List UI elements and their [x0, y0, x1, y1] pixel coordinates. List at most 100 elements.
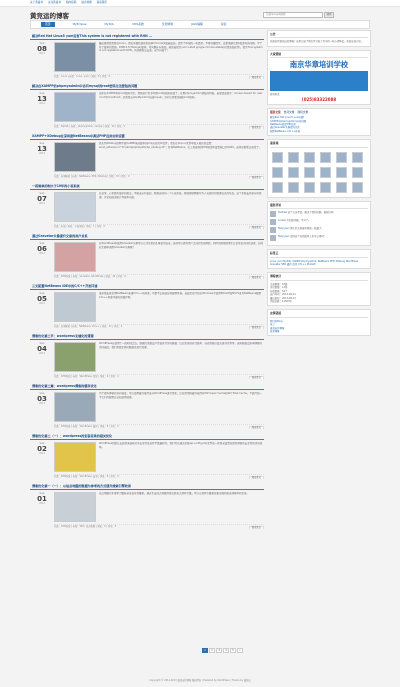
avatar[interactable] [288, 166, 299, 178]
post-thumbnail[interactable] [54, 492, 96, 522]
avatar[interactable] [272, 151, 283, 163]
post-thumbnail[interactable] [54, 442, 96, 472]
post-title[interactable]: XAMPP+XDebug在深圳度NetBeans中调试PHP应用如何设置 [30, 132, 264, 140]
post-title[interactable]: 博客优化第二节：wordpress无缝化的清理 [30, 332, 264, 340]
avatar[interactable] [320, 181, 331, 193]
post-title[interactable]: 博客优化第二（一）：wordpress的安装目录的相关优化 [30, 432, 264, 440]
avatar[interactable] [336, 166, 347, 178]
search-button[interactable]: 搜索 [324, 12, 334, 18]
top-link-3[interactable]: 站点地图 [81, 1, 91, 4]
nav-misc[interactable]: 杂谈 [221, 22, 227, 26]
page-2[interactable]: 2 [209, 648, 215, 653]
post-title[interactable]: 通过Gravatar头像提升文章的用户关系 [30, 232, 264, 240]
comment-author[interactable]: Locker [278, 219, 286, 222]
post-title[interactable]: 博客优化第一（一）：以站点地图的数据为参考的方式提升搜索引擎收录 [30, 482, 264, 490]
top-link-0[interactable]: 关于黄童书 [30, 1, 43, 4]
post-thumbnail[interactable] [54, 292, 96, 322]
post-title[interactable]: 解决在XAMPP的phpmyadmin中访问mysql的root密码无法登陆的问… [30, 82, 264, 90]
comment-author[interactable]: Tedyyuan [278, 235, 289, 238]
post-list: 解决Red Hat Linux5 yum没有This system is not… [30, 32, 264, 532]
post-meta-text: 分类：CMS系统 | 标签：SEO, 站点地图 | 浏览：5 | 评论：0 [54, 525, 117, 528]
post-thumbnail[interactable] [54, 192, 96, 222]
post-thumbnail[interactable] [54, 242, 96, 272]
stats-box: 博客统计 文章数量：63篇 评论数量：12条 标签数量：54个 运行时间：201… [267, 272, 371, 307]
visitor-avatars [270, 150, 368, 195]
avatar[interactable] [336, 181, 347, 193]
comment-author[interactable]: Tedyyuan [278, 227, 289, 230]
avatar[interactable] [352, 181, 363, 193]
post-meta: 分类：CMS系统 | 标签：SEO, 站点地图 | 浏览：5 | 评论：0 阅读… [54, 524, 264, 529]
page-5[interactable]: 5 [230, 648, 236, 653]
post-title[interactable]: 博客优化第二篇：wordpress博客的缓存优化 [30, 382, 264, 390]
read-more-button[interactable]: 阅读全文 [248, 126, 264, 129]
read-more-button[interactable]: 阅读全文 [248, 176, 264, 179]
read-more-button[interactable]: 阅读全文 [248, 326, 264, 329]
nav-myeclipse[interactable]: MyEclipse [73, 22, 87, 26]
post-thumbnail[interactable] [54, 42, 96, 72]
read-more-button[interactable]: 阅读全文 [248, 476, 264, 479]
post-date: Sep 08 2013 [30, 42, 54, 79]
comment-item[interactable]: Toshiba 这个方法不错，解决了我的问题，谢谢分享！ [270, 211, 368, 218]
read-more-button[interactable]: 阅读全文 [248, 226, 264, 229]
avatar[interactable] [304, 181, 315, 193]
comment-item[interactable]: Tedyyuan 博主的文章很有帮助，收藏了。 [270, 227, 368, 234]
avatar[interactable] [352, 151, 363, 163]
post-date: Sep 01 2013 [30, 492, 54, 529]
read-more-button[interactable]: 阅读全文 [248, 376, 264, 379]
nav-mysql[interactable]: MySQL [105, 22, 115, 26]
post-excerpt-text: WordPress的默认安装目录结构对于安全性来说并不是最好的，我们可以通过修改… [99, 442, 263, 449]
post-title[interactable]: 解决Red Hat Linux5 yum没有This system is not… [30, 32, 264, 40]
nav-cms[interactable]: CMS系统 [132, 22, 144, 26]
page-next[interactable]: » [237, 648, 243, 653]
read-more-button[interactable]: 阅读全文 [248, 526, 264, 529]
read-more-button[interactable]: 阅读全文 [248, 76, 264, 79]
tab-random[interactable]: 随机文章 [298, 110, 309, 114]
page-1[interactable]: 1 [202, 648, 208, 653]
comment-author[interactable]: Toshiba [278, 211, 287, 214]
post-title[interactable]: 一段简单的制大于10年的小说系统 [30, 182, 264, 190]
read-more-button[interactable]: 阅读全文 [248, 276, 264, 279]
post-body: Sep 01 2013 站点地图对于搜索引擎收录来说非常重要，通过生成站点地图并… [30, 492, 264, 529]
nav-home[interactable]: 首页 [41, 21, 55, 28]
post-thumbnail[interactable] [54, 142, 96, 172]
page-3[interactable]: 3 [216, 648, 222, 653]
ad-banner-text[interactable]: 南京华章培训学校 [270, 60, 368, 69]
avatar[interactable] [336, 151, 347, 163]
tab-recent[interactable]: 最新文章 [270, 110, 281, 114]
post-excerpt: 站点地图对于搜索引擎收录来说非常重要，通过生成站点地图并提交给各大搜索引擎，可以… [54, 492, 264, 522]
post-date: Sep 04 2013 [30, 342, 54, 379]
top-link-4[interactable]: 联系我们 [97, 1, 107, 4]
avatar[interactable] [272, 181, 283, 193]
site-title[interactable]: 黄竞运的博客 [30, 12, 69, 20]
nav-java[interactable]: JAVA编程 [191, 22, 203, 26]
top-link-2[interactable]: 站内投稿 [66, 1, 76, 4]
post-thumbnail[interactable] [54, 342, 96, 372]
friend-link[interactable]: 技术博客 [270, 330, 368, 333]
avatar[interactable] [288, 151, 299, 163]
post-meta-text: 分类：CMS系统 | 标签：Gravatar, WordPress | 浏览：1… [54, 275, 126, 278]
post-thumbnail[interactable] [54, 392, 96, 422]
post-thumbnail[interactable] [54, 92, 96, 122]
avatar[interactable] [320, 151, 331, 163]
tag-cloud[interactable]: Linux yum MySQL XAMPP phpmyadmin NetBean… [270, 260, 368, 267]
post-meta: 分类：亲测体验 | 标签：NetBeans, PHP, XDebug | 浏览：… [54, 174, 264, 179]
avatar[interactable] [352, 166, 363, 178]
comment-item[interactable]: Tedyyuan 请问这个在新版本上也可以用吗？ [270, 235, 368, 242]
comment-item[interactable]: Locker 写的很详细，学习了。 [270, 219, 368, 226]
page-4[interactable]: 4 [223, 648, 229, 653]
avatar[interactable] [304, 166, 315, 178]
post-year: 2013 [39, 502, 45, 506]
avatar[interactable] [272, 166, 283, 178]
ad-image[interactable] [270, 71, 368, 92]
top-link-1[interactable]: 关注黄童书 [48, 1, 61, 4]
tab-hot[interactable]: 热评文章 [284, 110, 295, 114]
search-input[interactable]: 百度Google搜索 [263, 12, 323, 18]
ad-phone: (025)83322088 [301, 96, 337, 102]
avatar[interactable] [288, 181, 299, 193]
recent-item[interactable]: 配置NetBeans C/C++环境 [270, 130, 368, 133]
read-more-button[interactable]: 阅读全文 [248, 426, 264, 429]
nav-test[interactable]: 亲测体验 [162, 22, 173, 26]
avatar[interactable] [304, 151, 315, 163]
avatar[interactable] [320, 166, 331, 178]
post-title[interactable]: 三叉配置NetBeans IDE中的C/C++开发环境 [30, 282, 264, 290]
